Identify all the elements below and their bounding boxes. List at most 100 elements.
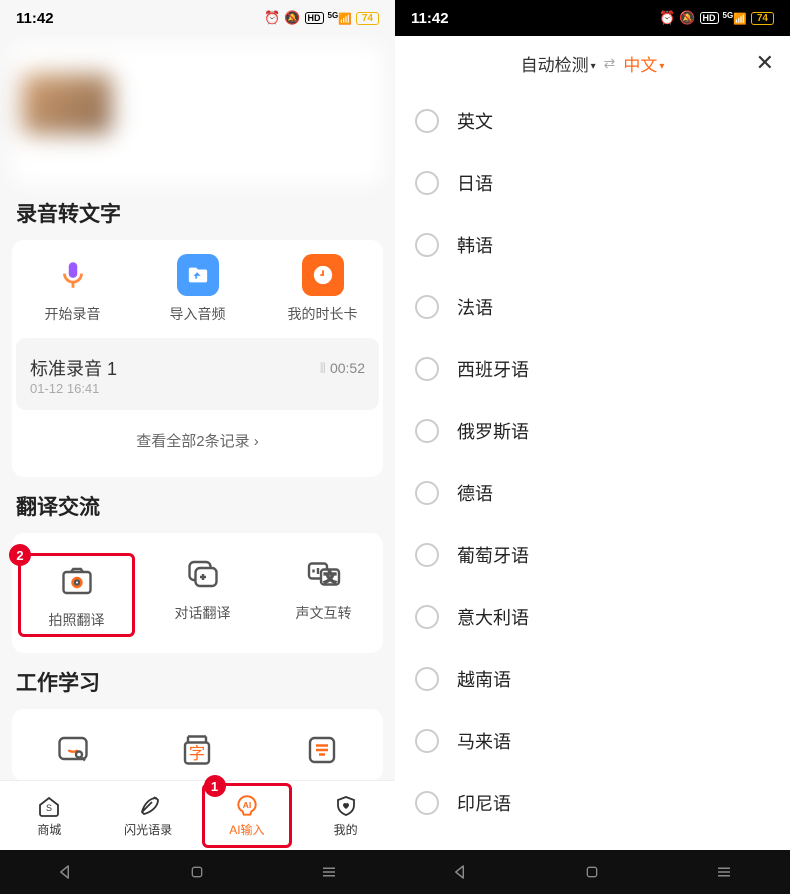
alarm-icon: ⏰ — [659, 10, 675, 26]
system-nav-left — [0, 850, 395, 894]
dialog-translate-button[interactable]: 对话翻译 — [149, 553, 256, 637]
status-icons: ⏰ 🔕 HD 5G📶 74 — [264, 10, 379, 26]
smile-search-icon — [52, 729, 94, 771]
recording-title: 标准录音 1 — [30, 355, 117, 381]
svg-text:S: S — [46, 803, 52, 813]
timecard-button[interactable]: 我的时长卡 — [270, 254, 375, 324]
nav-ai-input[interactable]: 1 AI AI输入 — [198, 781, 297, 850]
radio-icon — [415, 357, 439, 381]
signal-icon: 5G📶 — [723, 11, 747, 26]
heart-shield-icon — [333, 793, 359, 819]
nav-mine-label: 我的 — [334, 821, 358, 838]
folder-icon — [177, 254, 219, 296]
nav-mine[interactable]: 我的 — [296, 781, 395, 850]
annotation-badge-1: 1 — [204, 775, 226, 797]
lang-option[interactable]: 西班牙语 — [415, 338, 770, 400]
nav-mall-label: 商城 — [37, 821, 61, 838]
main-content: 录音转文字 开始录音 导入音频 — [0, 36, 395, 780]
alarm-icon: ⏰ — [264, 10, 280, 26]
view-all-link[interactable]: 查看全部2条记录 › — [16, 420, 379, 465]
work-item-1[interactable] — [18, 729, 128, 771]
radio-icon — [415, 109, 439, 133]
mute-icon: 🔕 — [284, 10, 300, 26]
mall-icon: S — [36, 793, 62, 819]
voice-text-button[interactable]: 文 声文互转 — [270, 553, 377, 637]
language-selector: 自动检测▾ ⇄ 中文▾ ✕ 英文 日语 韩语 法语 西班牙语 俄罗斯语 德语 葡… — [395, 36, 790, 850]
battery-indicator: 74 — [356, 12, 379, 25]
nav-mall[interactable]: S 商城 — [0, 781, 99, 850]
status-time: 11:42 — [16, 10, 54, 27]
lang-option[interactable]: 马来语 — [415, 710, 770, 772]
source-lang-button[interactable]: 自动检测▾ — [521, 51, 596, 76]
list-icon — [301, 729, 343, 771]
status-icons: ⏰ 🔕 HD 5G📶 74 — [659, 10, 774, 26]
microphone-icon — [52, 254, 94, 296]
lang-option[interactable]: 德语 — [415, 462, 770, 524]
battery-indicator: 74 — [751, 12, 774, 25]
recording-item[interactable]: 标准录音 1 ⦀ 00:52 01-12 16:41 — [16, 338, 379, 410]
import-audio-label: 导入音频 — [170, 304, 226, 324]
sys-back[interactable] — [431, 863, 491, 881]
signal-icon: 5G📶 — [328, 11, 352, 26]
dropdown-icon: ▾ — [659, 61, 664, 72]
dialog-icon — [182, 553, 224, 595]
radio-icon — [415, 419, 439, 443]
photo-translate-label: 拍照翻译 — [49, 610, 105, 630]
language-list[interactable]: 英文 日语 韩语 法语 西班牙语 俄罗斯语 德语 葡萄牙语 意大利语 越南语 马… — [395, 90, 790, 850]
annotation-badge-2: 2 — [9, 544, 31, 566]
work-item-2[interactable]: 字 — [142, 729, 252, 771]
nav-quotes-label: 闪光语录 — [124, 821, 172, 838]
start-record-button[interactable]: 开始录音 — [20, 254, 125, 324]
work-features-row: 字 — [16, 723, 379, 780]
lang-option[interactable]: 印尼语 — [415, 772, 770, 834]
work-item-3[interactable] — [267, 729, 377, 771]
nav-quotes[interactable]: 闪光语录 — [99, 781, 198, 850]
recording-duration: ⦀ 00:52 — [320, 360, 365, 377]
lang-option[interactable]: 意大利语 — [415, 586, 770, 648]
lang-option[interactable]: 越南语 — [415, 648, 770, 710]
lang-option[interactable]: 日语 — [415, 152, 770, 214]
section-title-audio: 录音转文字 — [16, 198, 379, 228]
sys-home[interactable] — [562, 864, 622, 880]
status-bar: 11:42 ⏰ 🔕 HD 5G📶 74 — [0, 0, 395, 36]
audio-actions-row: 开始录音 导入音频 我的时长卡 — [16, 248, 379, 338]
voice-text-label: 声文互转 — [296, 603, 352, 623]
radio-icon — [415, 543, 439, 567]
camera-translate-icon — [56, 560, 98, 602]
mute-icon: 🔕 — [679, 10, 695, 26]
feather-icon — [135, 793, 161, 819]
banner-blurred — [12, 44, 383, 184]
system-nav-right — [395, 850, 790, 894]
radio-icon — [415, 481, 439, 505]
import-audio-button[interactable]: 导入音频 — [145, 254, 250, 324]
sys-recent[interactable] — [299, 863, 359, 881]
target-lang-button[interactable]: 中文▾ — [623, 51, 664, 76]
status-bar: 11:42 ⏰ 🔕 HD 5G📶 74 — [395, 0, 790, 36]
timecard-label: 我的时长卡 — [288, 304, 358, 324]
svg-text:字: 字 — [189, 744, 206, 763]
radio-icon — [415, 233, 439, 257]
sys-recent[interactable] — [694, 863, 754, 881]
photo-translate-button[interactable]: 2 拍照翻译 — [18, 553, 135, 637]
lang-option[interactable]: 葡萄牙语 — [415, 524, 770, 586]
sys-back[interactable] — [36, 863, 96, 881]
radio-icon — [415, 729, 439, 753]
lang-option[interactable]: 法语 — [415, 276, 770, 338]
hd-icon: HD — [700, 12, 719, 24]
dropdown-icon: ▾ — [591, 61, 596, 72]
lang-option[interactable]: 英文 — [415, 90, 770, 152]
lang-option[interactable]: 韩语 — [415, 214, 770, 276]
radio-icon — [415, 295, 439, 319]
clock-icon — [302, 254, 344, 296]
lang-option[interactable]: 俄罗斯语 — [415, 400, 770, 462]
sys-home[interactable] — [167, 864, 227, 880]
waveform-icon: ⦀ — [320, 360, 326, 377]
swap-icon[interactable]: ⇄ — [604, 55, 616, 72]
bottom-navigation: S 商城 闪光语录 1 AI AI输入 我的 — [0, 780, 395, 850]
phone-screen-right: 11:42 ⏰ 🔕 HD 5G📶 74 自动检测▾ ⇄ 中文▾ ✕ 英文 日语 … — [395, 0, 790, 894]
svg-text:文: 文 — [323, 570, 335, 585]
phone-screen-left: 11:42 ⏰ 🔕 HD 5G📶 74 录音转文字 开始录音 — [0, 0, 395, 894]
close-button[interactable]: ✕ — [756, 50, 774, 76]
radio-icon — [415, 667, 439, 691]
start-record-label: 开始录音 — [45, 304, 101, 324]
